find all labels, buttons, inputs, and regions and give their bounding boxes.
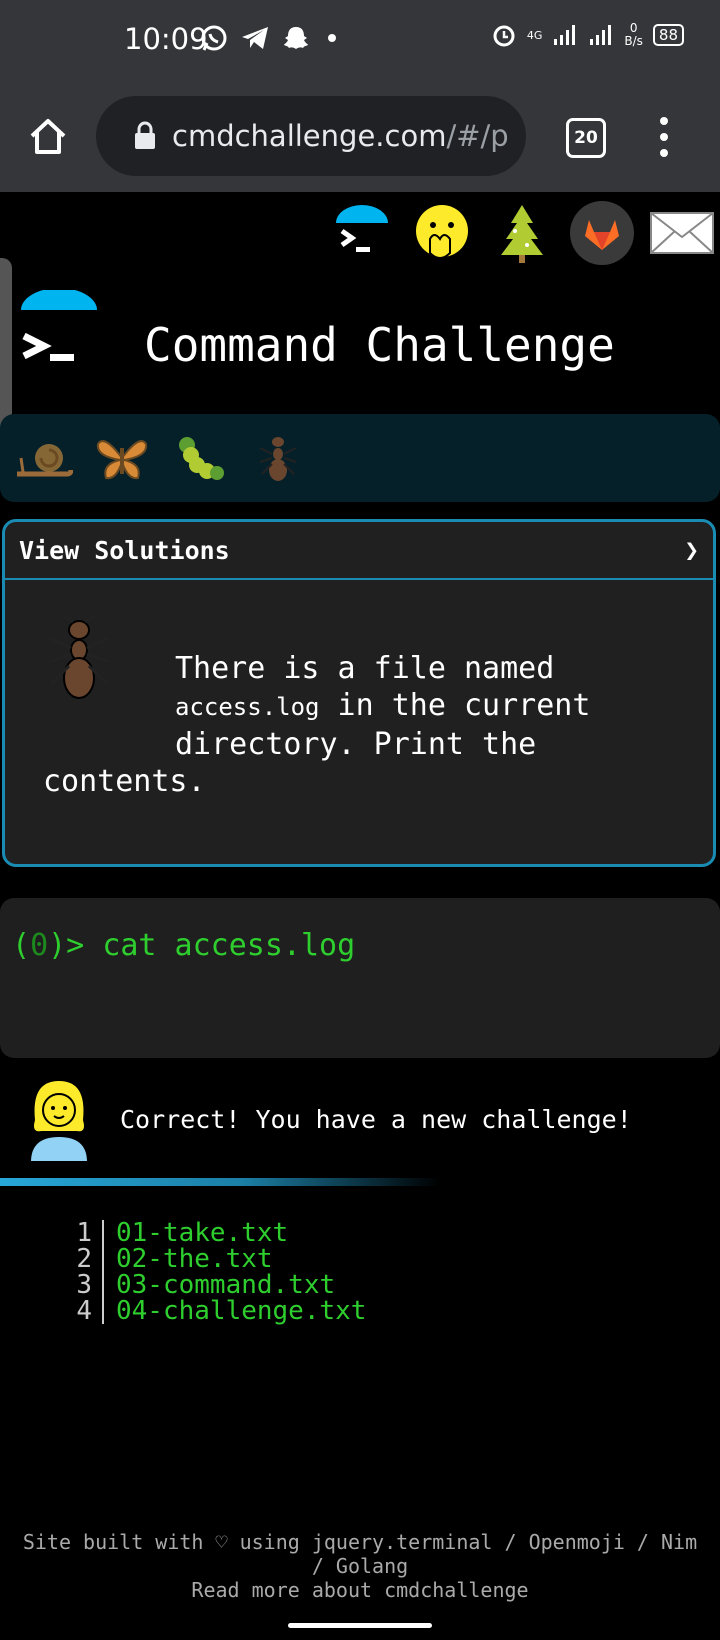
footer: Site built with ♡ using jquery.terminal … <box>0 1530 720 1602</box>
woman-icon <box>28 1078 90 1162</box>
result-divider <box>0 1178 440 1186</box>
terminal-icon[interactable] <box>322 196 402 270</box>
result-message: Correct! You have a new challenge! <box>26 1076 632 1162</box>
telegram-icon <box>242 27 268 49</box>
footer-credits-cont: / Golang <box>311 1554 409 1578</box>
view-solutions-toggle[interactable]: View Solutions ❯ <box>5 522 713 580</box>
home-icon[interactable] <box>26 114 70 158</box>
status-time: 10:09 <box>124 22 208 56</box>
alarm-icon <box>493 25 515 47</box>
result-text: Correct! You have a new challenge! <box>120 1104 632 1134</box>
data-speed: 0 B/s <box>624 21 643 48</box>
list-item: 3 03-command.txt <box>68 1272 366 1298</box>
list-item: 4 04-challenge.txt <box>68 1298 366 1324</box>
face-with-hand-over-mouth-icon[interactable] <box>402 196 482 270</box>
snapchat-icon <box>284 27 308 49</box>
more-options-icon[interactable] <box>654 112 674 162</box>
terminal[interactable]: (0)> cat access.log <box>0 898 720 1058</box>
dot-icon <box>328 34 336 42</box>
challenge-progress-strip <box>0 414 720 502</box>
read-more-link[interactable]: Read more about cmdchallenge <box>0 1578 720 1602</box>
list-item: 2 02-the.txt <box>68 1246 366 1272</box>
challenge-description: There is a file named access.log in the … <box>43 651 591 799</box>
tree-icon[interactable] <box>482 196 562 270</box>
browser-toolbar: cmdchallenge.com/#/p 20 <box>0 82 720 192</box>
status-bar: 10:09 4G 0 B/s 88 <box>0 0 720 82</box>
notification-icons <box>200 24 342 52</box>
snail-icon[interactable] <box>12 426 76 490</box>
tab-switcher-button[interactable]: 20 <box>566 118 606 158</box>
page-title: Command Challenge <box>144 318 615 372</box>
site-logo <box>21 290 97 361</box>
whatsapp-icon <box>201 25 227 51</box>
address-bar[interactable]: cmdchallenge.com/#/p <box>96 96 526 176</box>
system-icons: 4G 0 B/s 88 <box>491 22 684 48</box>
signal-icon <box>554 25 576 45</box>
chevron-right-icon: ❯ <box>684 536 699 564</box>
ant-icon[interactable] <box>246 426 310 490</box>
url-text: cmdchallenge.com/#/p <box>172 119 509 153</box>
command-text: cat access.log <box>102 928 356 963</box>
footer-credits: Site built with ♡ using jquery.terminal … <box>22 1530 698 1554</box>
envelope-icon[interactable] <box>642 196 720 270</box>
caterpillar-icon[interactable] <box>168 426 232 490</box>
butterfly-icon[interactable] <box>90 426 154 490</box>
gitlab-icon[interactable] <box>562 196 642 270</box>
network-type: 4G <box>526 28 543 42</box>
terminal-command-line[interactable]: (0)> cat access.log <box>12 928 355 963</box>
signal-icon-2 <box>590 25 612 45</box>
lock-icon <box>135 121 155 149</box>
view-solutions-label: View Solutions <box>19 535 230 565</box>
list-item: 1 01-take.txt <box>68 1220 366 1246</box>
gesture-bar[interactable] <box>288 1623 432 1628</box>
file-listing: 1 01-take.txt 2 02-the.txt 3 03-command.txt… <box>68 1220 366 1324</box>
battery-icon: 88 <box>652 24 684 46</box>
challenge-panel: View Solutions ❯ There is a file named a… <box>2 519 716 867</box>
site-nav <box>322 196 720 270</box>
